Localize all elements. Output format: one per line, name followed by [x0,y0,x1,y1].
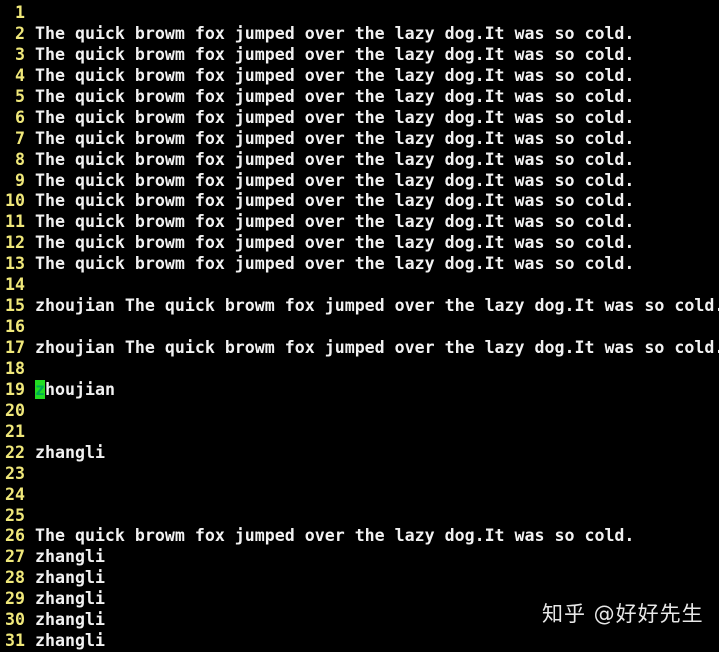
line-text: The quick browm fox jumped over the lazy… [35,23,635,43]
editor-line[interactable]: 2 The quick browm fox jumped over the la… [0,24,719,45]
editor-line[interactable]: 3 The quick browm fox jumped over the la… [0,45,719,66]
line-text: The quick browm fox jumped over the lazy… [35,107,635,127]
line-text: zhangli [35,631,105,651]
line-number: 23 [5,463,25,483]
watermark: 知乎 @好好先生 [542,602,704,626]
line-text: zhangli [35,589,105,609]
line-number: 27 [5,547,25,567]
editor-line[interactable]: 22 zhangli [0,443,719,464]
line-number: 31 [5,631,25,651]
line-number: 30 [5,610,25,630]
editor-line[interactable]: 16 [0,317,719,338]
line-text: zhoujian The quick browm fox jumped over… [35,296,719,316]
editor-line[interactable]: 20 [0,401,719,422]
editor-line[interactable]: 5 The quick browm fox jumped over the la… [0,87,719,108]
line-number: 3 [15,44,25,64]
line-number: 15 [5,296,25,316]
line-text: The quick browm fox jumped over the lazy… [35,65,635,85]
line-text: The quick browm fox jumped over the lazy… [35,233,635,253]
line-number: 1 [15,3,25,22]
editor-line[interactable]: 7 The quick browm fox jumped over the la… [0,129,719,150]
line-number: 24 [5,484,25,504]
line-text: zhangli [35,610,105,630]
editor-line[interactable]: 26 The quick browm fox jumped over the l… [0,526,719,547]
line-number: 14 [5,275,25,295]
line-number: 28 [5,568,25,588]
line-number: 10 [5,191,25,211]
editor-line[interactable]: 4 The quick browm fox jumped over the la… [0,66,719,87]
line-number: 11 [5,212,25,232]
editor-line[interactable]: 17 zhoujian The quick browm fox jumped o… [0,338,719,359]
editor-line[interactable]: 24 [0,485,719,506]
line-text: The quick browm fox jumped over the lazy… [35,44,635,64]
line-number: 18 [5,358,25,378]
line-text: zhangli [35,547,105,567]
line-number: 7 [15,128,25,148]
line-text: The quick browm fox jumped over the lazy… [35,212,635,232]
line-text: The quick browm fox jumped over the lazy… [35,149,635,169]
editor-line[interactable]: 9 The quick browm fox jumped over the la… [0,171,719,192]
line-number: 2 [15,23,25,43]
line-number: 5 [15,86,25,106]
line-number: 16 [5,317,25,337]
editor-line[interactable]: 12 The quick browm fox jumped over the l… [0,233,719,254]
editor-line[interactable]: 21 [0,422,719,443]
line-number: 20 [5,400,25,420]
line-text: The quick browm fox jumped over the lazy… [35,170,635,190]
editor-line[interactable]: 15 zhoujian The quick browm fox jumped o… [0,296,719,317]
editor-line[interactable]: 23 [0,464,719,485]
editor-line[interactable]: 18 [0,359,719,380]
terminal-editor[interactable]: 1 2 The quick browm fox jumped over the … [0,3,719,652]
line-text: zhangli [35,442,105,462]
text-cursor: z [35,379,45,399]
editor-line[interactable]: 28 zhangli [0,568,719,589]
line-number: 6 [15,107,25,127]
line-text: The quick browm fox jumped over the lazy… [35,526,635,546]
editor-line[interactable]: 13 The quick browm fox jumped over the l… [0,254,719,275]
line-number: 9 [15,170,25,190]
line-number: 29 [5,589,25,609]
line-number: 26 [5,526,25,546]
editor-line[interactable]: 11 The quick browm fox jumped over the l… [0,212,719,233]
line-text: The quick browm fox jumped over the lazy… [35,86,635,106]
line-number: 22 [5,442,25,462]
line-number: 13 [5,254,25,274]
line-text: The quick browm fox jumped over the lazy… [35,191,635,211]
line-text: houjian [45,379,115,399]
line-text: zhangli [35,568,105,588]
editor-line[interactable]: 10 The quick browm fox jumped over the l… [0,191,719,212]
line-number: 4 [15,65,25,85]
editor-line[interactable]: 19 zhoujian [0,379,719,401]
line-number: 12 [5,233,25,253]
editor-line[interactable]: 8 The quick browm fox jumped over the la… [0,150,719,171]
line-text: zhoujian The quick browm fox jumped over… [35,338,719,357]
editor-line[interactable]: 14 [0,275,719,296]
line-number: 19 [5,379,25,399]
editor-line[interactable]: 27 zhangli [0,547,719,568]
line-text: The quick browm fox jumped over the lazy… [35,254,635,274]
editor-line[interactable]: 1 [0,3,719,24]
editor-line[interactable]: 6 The quick browm fox jumped over the la… [0,108,719,129]
line-text: The quick browm fox jumped over the lazy… [35,128,635,148]
editor-line[interactable]: 25 [0,506,719,527]
line-number: 8 [15,149,25,169]
editor-line[interactable]: 31 zhangli [0,631,719,652]
line-number: 21 [5,421,25,441]
line-number: 17 [5,338,25,357]
line-number: 25 [5,505,25,525]
